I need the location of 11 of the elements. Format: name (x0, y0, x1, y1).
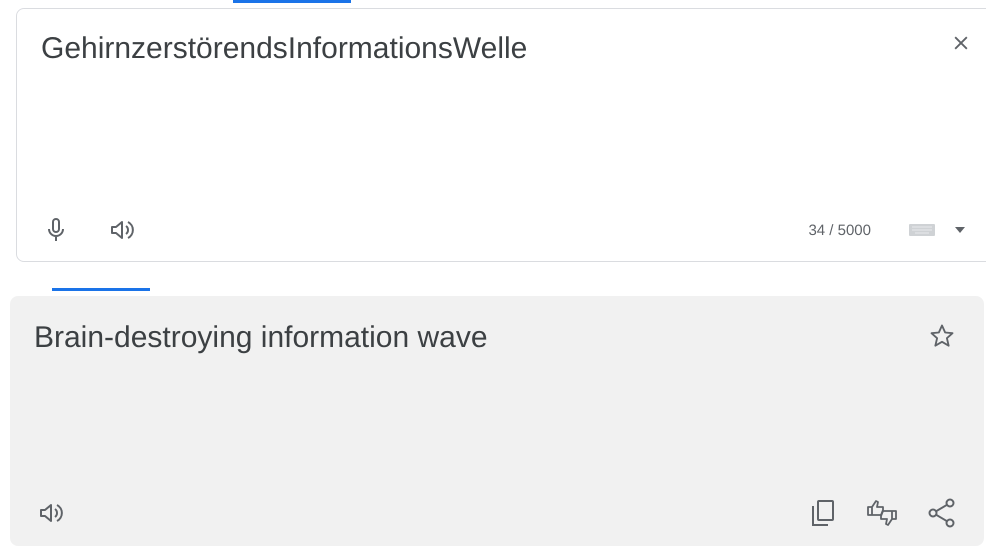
character-count: 34 / 5000 (808, 222, 871, 238)
speaker-icon (38, 501, 64, 525)
share-icon (928, 498, 956, 528)
microphone-icon (45, 217, 67, 243)
keyboard-icon (909, 224, 935, 236)
copy-icon (810, 499, 836, 527)
translation-text: Brain-destroying information wave (34, 320, 488, 356)
thumbs-up-down-icon (866, 499, 898, 527)
source-text[interactable]: GehirnzerstörendsInformationsWelle (41, 29, 528, 68)
speaker-icon (109, 218, 135, 242)
caret-icon (955, 227, 965, 233)
